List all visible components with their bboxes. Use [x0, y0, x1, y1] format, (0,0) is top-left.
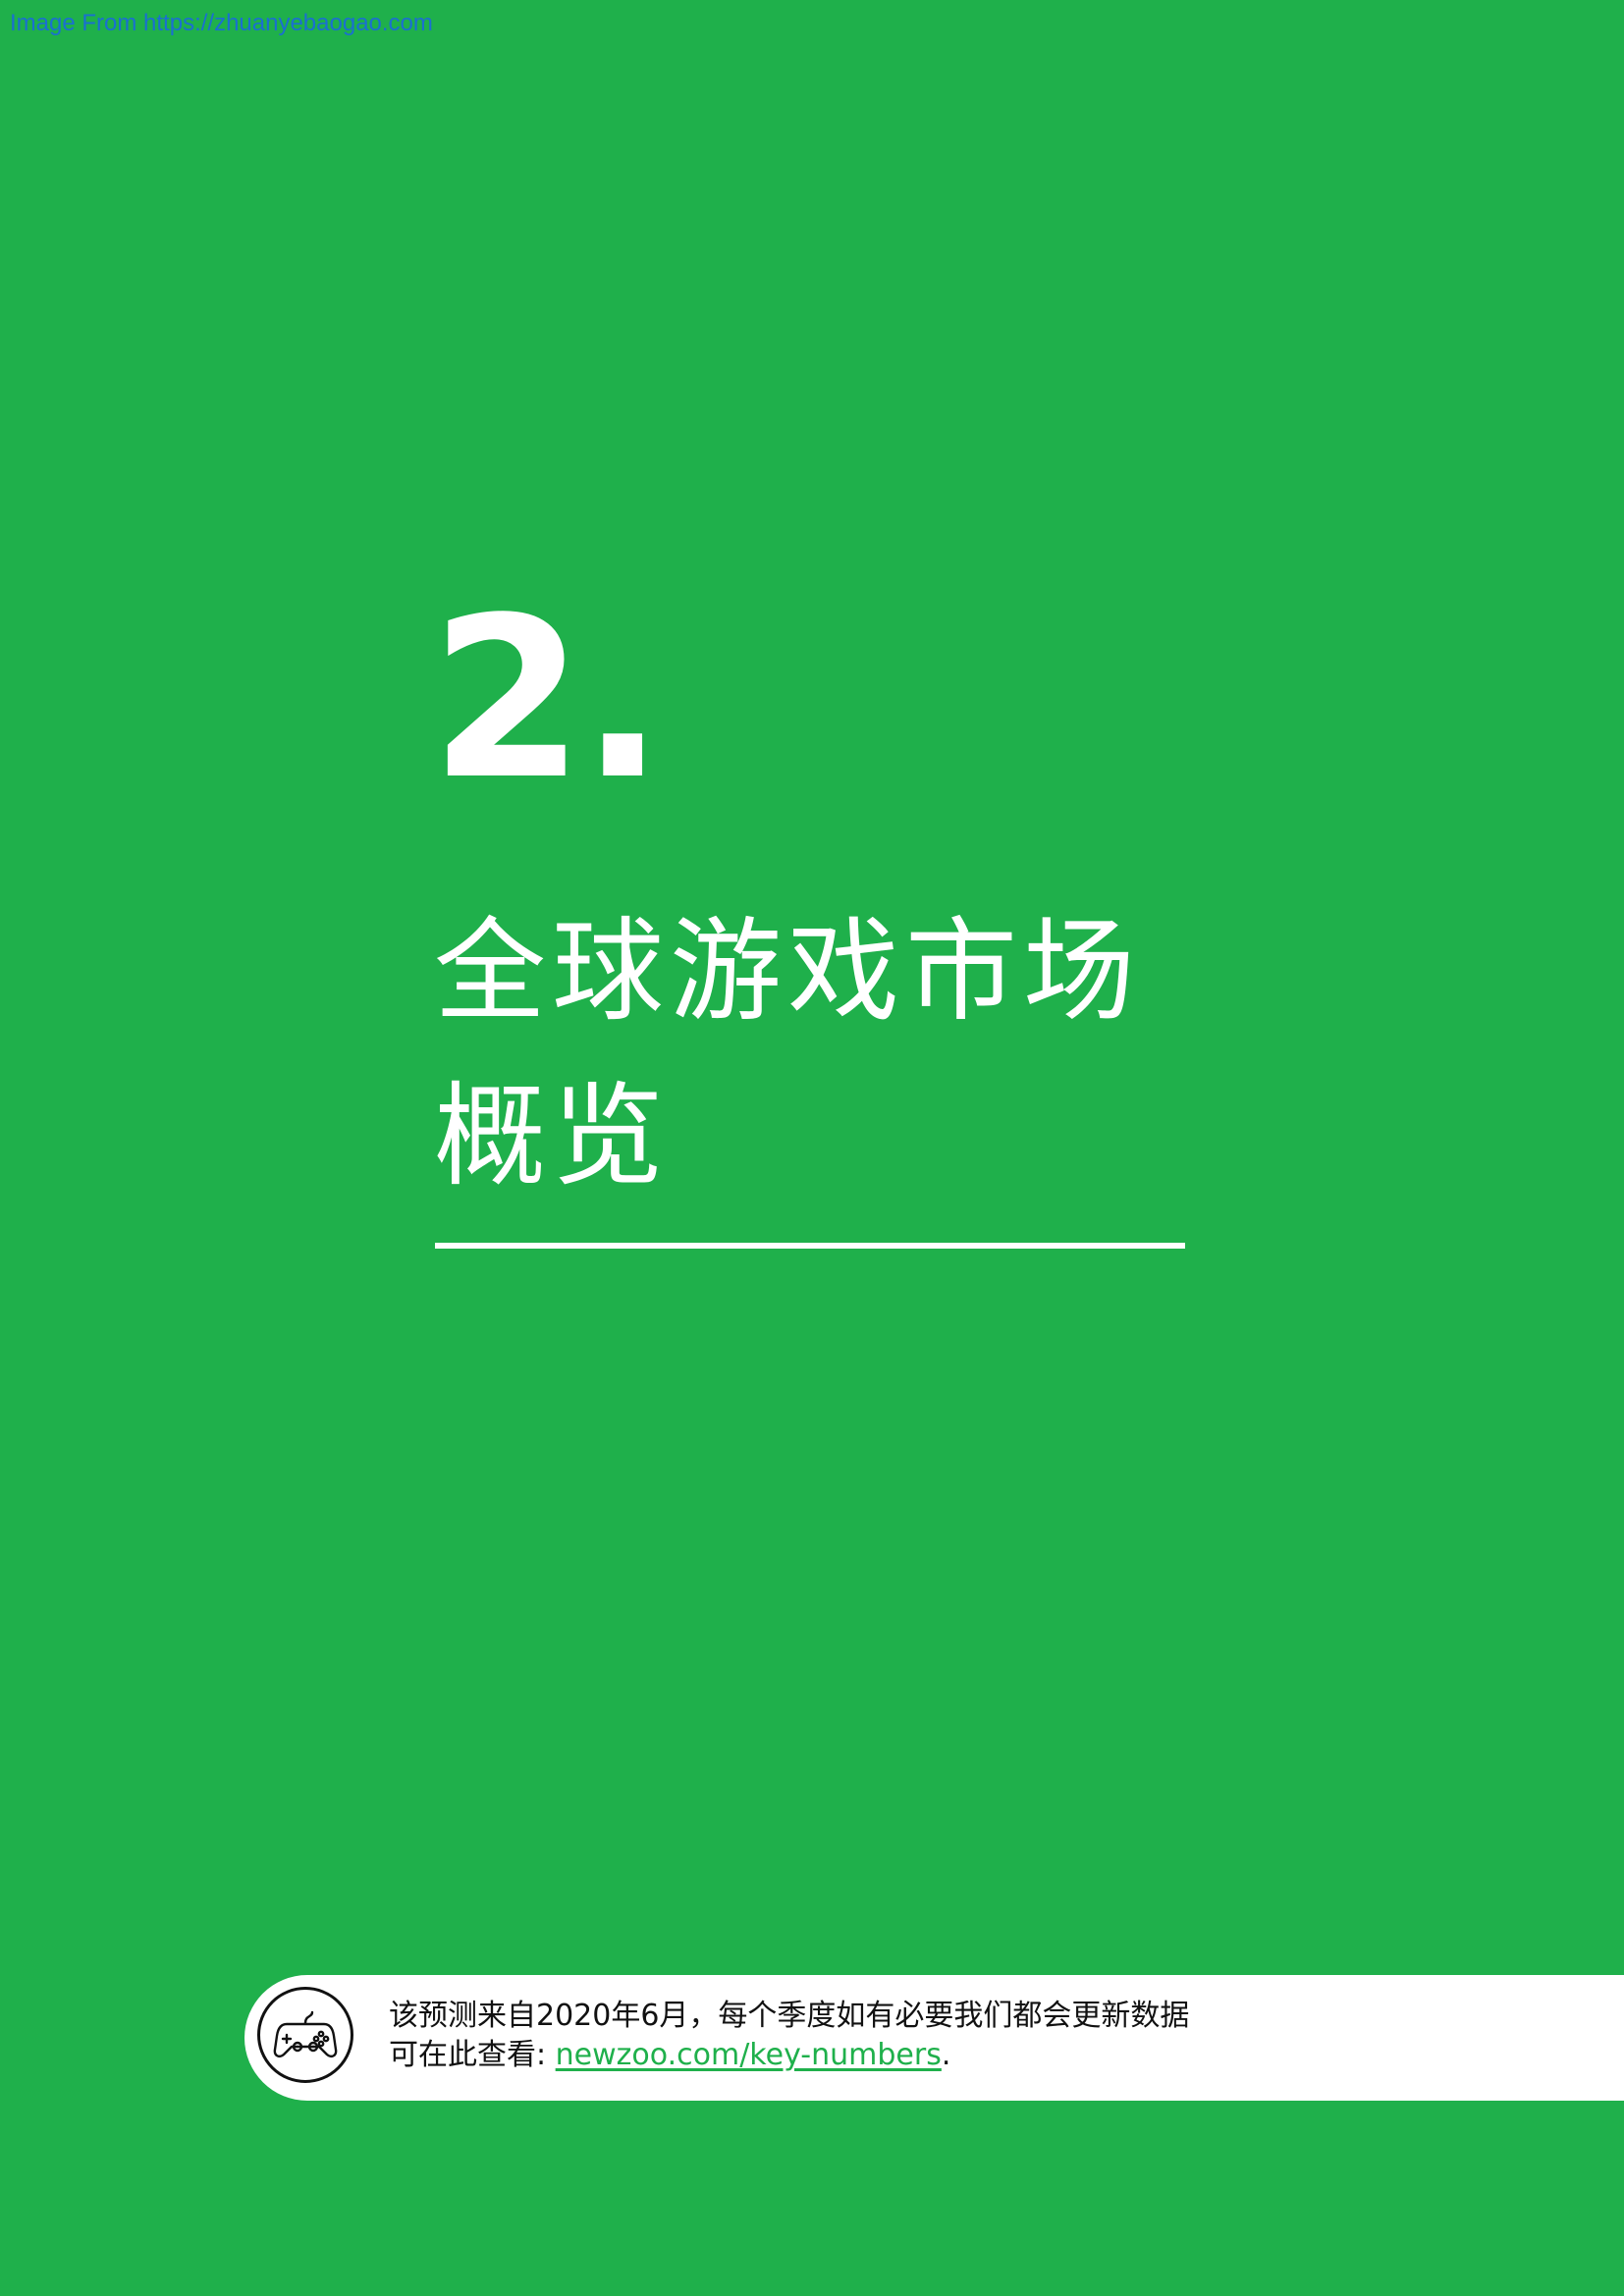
section-title-line-2: 概览	[434, 1071, 671, 1201]
forecast-note-line-1: 该预测来自2020年6月，每个季度如有必要我们都会更新数据	[389, 1999, 1190, 2033]
forecast-info-bar: 该预测来自2020年6月，每个季度如有必要我们都会更新数据 可在此查看: new…	[244, 1975, 1624, 2101]
source-watermark: Image From https://zhuanyebaogao.com	[10, 10, 433, 36]
forecast-note-suffix: .	[941, 2038, 951, 2072]
forecast-note-line-2: 可在此查看: newzoo.com/key-numbers.	[389, 2036, 1189, 2075]
forecast-note-prefix: 可在此查看:	[389, 2038, 556, 2072]
section-number: 2.	[430, 570, 665, 828]
game-controller-icon	[257, 1987, 353, 2083]
section-title: 全球游戏市场 概览	[434, 889, 1200, 1219]
forecast-note: 该预测来自2020年6月，每个季度如有必要我们都会更新数据 可在此查看: new…	[389, 1997, 1189, 2075]
key-numbers-link[interactable]: newzoo.com/key-numbers	[556, 2038, 942, 2072]
title-underline-divider	[435, 1243, 1185, 1249]
section-title-line-1: 全球游戏市场	[434, 906, 1142, 1037]
